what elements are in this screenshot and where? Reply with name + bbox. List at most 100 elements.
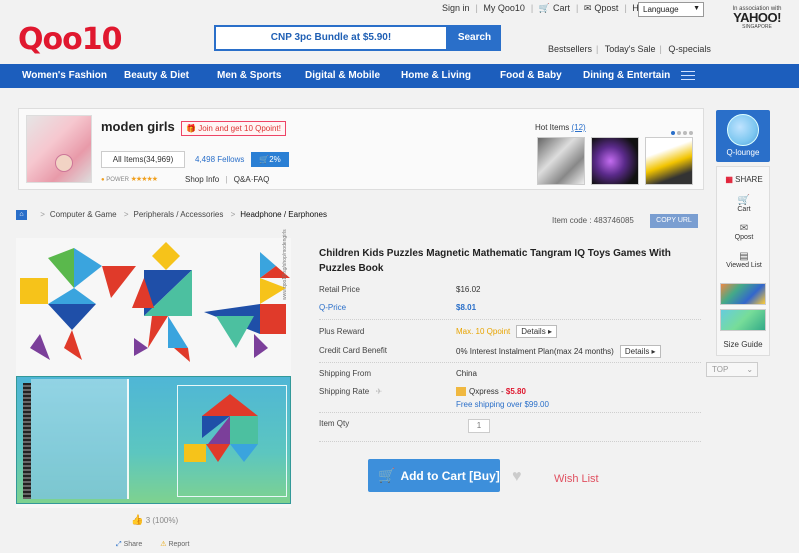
mail-icon: ✉	[739, 223, 749, 234]
top-label: TOP	[712, 365, 729, 374]
carousel-dots[interactable]	[671, 127, 695, 137]
gift-icon: 🎁	[186, 124, 196, 133]
credit-card-label: Credit Card Benefit	[319, 346, 388, 355]
sidebar-qpost[interactable]: ✉ Qpost	[717, 223, 771, 241]
todays-sale-link[interactable]: Today's Sale	[605, 44, 656, 54]
cart-icon: 🛒	[737, 195, 751, 206]
nav-item-men-sports[interactable]: Men & Sports	[217, 70, 281, 81]
product-title: Children Kids Puzzles Magnetic Mathemati…	[319, 248, 671, 274]
shipping-rate-value[interactable]: Qxpress - $5.80	[456, 387, 526, 397]
q-lounge-label: Q-lounge	[726, 148, 760, 157]
size-guide-link[interactable]: Size Guide	[716, 340, 770, 349]
language-label: Language	[643, 5, 679, 14]
join-label: Join and get 10 Qpoint!	[198, 124, 281, 133]
divider	[319, 441, 701, 442]
top-button[interactable]: TOP ⌄	[706, 362, 758, 377]
home-icon[interactable]: ⌂	[16, 210, 27, 220]
shipping-method: Qxpress -	[469, 387, 504, 396]
cart-icon: 🛒	[378, 467, 396, 483]
quantity-stepper[interactable]: 1	[468, 419, 490, 433]
nav-item-womens-fashion[interactable]: Women's Fashion	[22, 70, 107, 81]
viewed-item-thumb[interactable]	[720, 309, 766, 331]
fellows-count[interactable]: 4,498 Fellows	[195, 155, 244, 164]
shop-avatar[interactable]	[26, 115, 92, 183]
copy-url-button[interactable]: COPY URL	[650, 214, 698, 228]
book-page	[177, 385, 287, 497]
q-specials-link[interactable]: Q-specials	[668, 44, 711, 54]
shipping-from-value: China	[456, 369, 477, 378]
credit-card-details-button[interactable]: Details ▸	[619, 345, 661, 358]
join-qpoint-button[interactable]: 🎁 Join and get 10 Qpoint!	[181, 121, 286, 136]
sign-in-link[interactable]: Sign in	[442, 3, 470, 13]
power-rating: ● POWER ★★★★★	[101, 175, 158, 183]
bestsellers-link[interactable]: Bestsellers	[548, 44, 592, 54]
nav-item-home-living[interactable]: Home & Living	[401, 70, 471, 81]
report-link[interactable]: Report	[168, 541, 189, 548]
q-lounge-button[interactable]: Q-lounge	[716, 110, 770, 162]
wish-list-link[interactable]: Wish List	[554, 473, 599, 485]
yahoo-badge: In association with YAHOO! SINGAPORE	[722, 6, 792, 30]
hot-item-thumb[interactable]	[537, 137, 585, 185]
share-link[interactable]: Share	[124, 541, 143, 548]
breadcrumb-item[interactable]: Peripherals / Accessories	[134, 210, 224, 219]
share-button[interactable]: ▦ SHARE	[717, 175, 771, 184]
heart-icon[interactable]: ♥	[512, 468, 522, 486]
search-button[interactable]: Search	[448, 25, 501, 51]
sidebar-viewed-list[interactable]: ▤ Viewed List	[717, 251, 771, 269]
menu-icon[interactable]	[681, 71, 695, 83]
like-rating[interactable]: 👍 3 (100%)	[131, 515, 178, 526]
cart-link[interactable]: Cart	[553, 3, 570, 13]
nav-item-dining-entertain[interactable]: Dining & Entertain	[583, 70, 670, 81]
retail-price-label: Retail Price	[319, 285, 360, 294]
reward-value: Max. 10 Qpoint	[456, 327, 511, 336]
details-label: Details	[624, 347, 650, 356]
fellow-discount-badge[interactable]: 🛒2%	[251, 152, 289, 167]
reward-details-button[interactable]: Details ▸	[516, 325, 557, 338]
discount-percent: 2%	[269, 155, 281, 164]
hot-item-thumb[interactable]	[591, 137, 639, 185]
category-nav: Women's Fashion Beauty & Diet Men & Spor…	[0, 64, 799, 88]
qa-faq-link[interactable]: Q&A·FAQ	[234, 175, 270, 184]
nav-item-beauty-diet[interactable]: Beauty & Diet	[124, 70, 189, 81]
viewed-item-thumb[interactable]	[720, 283, 766, 305]
quick-links: Bestsellers | Today's Sale | Q-specials	[548, 44, 711, 54]
sidebar-cart[interactable]: 🛒 Cart	[717, 195, 771, 213]
nav-item-digital-mobile[interactable]: Digital & Mobile	[305, 70, 380, 81]
rating-stars: ★★★★★	[130, 176, 158, 183]
all-items-button[interactable]: All Items(34,969)	[101, 151, 185, 168]
tangram-house-illustration	[184, 394, 258, 462]
shipping-from-label: Shipping From	[319, 369, 372, 378]
hot-item-thumb[interactable]	[645, 137, 693, 185]
share-icon: ▦	[725, 175, 733, 184]
utility-bar: Sign in| My Qoo10| 🛒Cart| ✉Qpost| Help| …	[0, 0, 799, 30]
share-icon: ⤢	[116, 541, 122, 548]
search-input[interactable]: CNP 3pc Bundle at $5.90!	[214, 25, 448, 51]
shop-name[interactable]: moden girls	[101, 119, 175, 134]
yahoo-logo: YAHOO!	[733, 10, 781, 25]
shop-info-link[interactable]: Shop Info	[185, 175, 219, 184]
breadcrumb-item[interactable]: Headphone / Earphones	[240, 210, 327, 219]
free-shipping-note: Free shipping over $99.00	[456, 400, 549, 409]
add-to-cart-label: Add to Cart [Buy]	[400, 469, 500, 483]
cart-icon: 🛒	[259, 155, 270, 164]
q-price-label: Q-Price	[319, 303, 347, 312]
nav-item-food-baby[interactable]: Food & Baby	[500, 70, 562, 81]
qoo10-logo[interactable]: Qoo10	[18, 22, 122, 57]
divider	[319, 412, 701, 413]
puzzle-book-photo[interactable]	[16, 376, 291, 504]
hot-items-count[interactable]: (12)	[571, 123, 585, 132]
warning-icon: ⚠	[160, 541, 167, 548]
viewed-list-label: Viewed List	[726, 262, 762, 269]
breadcrumb-item[interactable]: Computer & Game	[50, 210, 117, 219]
quick-sidebar: ▦ SHARE 🛒 Cart ✉ Qpost ▤ Viewed List	[716, 166, 770, 356]
language-select[interactable]: Language ▼	[638, 2, 704, 17]
list-icon: ▤	[739, 251, 749, 262]
qpost-link[interactable]: Qpost	[594, 3, 618, 13]
watermark-text: www.qoo10.sg/shop/modengirls	[282, 229, 288, 300]
add-to-cart-button[interactable]: 🛒 Add to Cart [Buy]	[368, 459, 500, 492]
book-spiral	[23, 383, 31, 499]
my-qoo10-link[interactable]: My Qoo10	[483, 3, 525, 13]
item-qty-label: Item Qty	[319, 419, 350, 428]
thumbs-up-icon: 👍	[131, 515, 144, 526]
sidebar-cart-label: Cart	[737, 206, 751, 213]
